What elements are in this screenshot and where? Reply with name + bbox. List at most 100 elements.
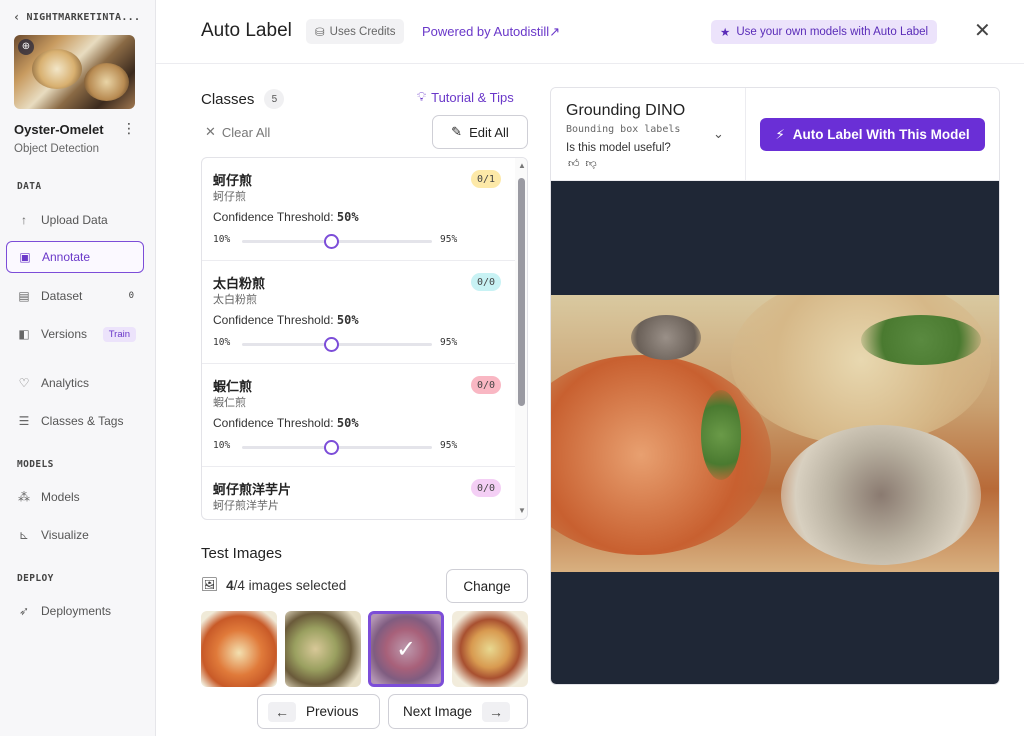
next-label: Next Image xyxy=(403,704,473,719)
scrollbar[interactable]: ▲ ▼ xyxy=(515,158,527,519)
auto-label-label: Auto Label With This Model xyxy=(792,127,970,142)
modal-header: Auto Label ⛁ Uses Credits Powered by Aut… xyxy=(156,0,1024,64)
train-badge: Train xyxy=(102,326,136,342)
external-link-icon: ↗ xyxy=(549,24,561,39)
classes-count-badge: 5 xyxy=(264,89,285,109)
classes-title: Classes xyxy=(201,90,255,108)
clear-all-label: Clear All xyxy=(221,124,271,140)
thumbs-up-icon[interactable]: 👍︎ xyxy=(568,157,580,170)
sidebar-item-deployments[interactable]: ➶ Deployments xyxy=(6,595,144,627)
confidence-slider[interactable] xyxy=(242,337,432,352)
class-subtitle: 蝦仁煎 xyxy=(213,397,246,409)
sidebar-item-label: Models xyxy=(41,490,80,504)
confidence-slider[interactable] xyxy=(242,440,432,455)
checkmark-icon: ✓ xyxy=(371,614,441,684)
slider-max-label: 95% xyxy=(440,440,458,451)
workspace-switcher[interactable]: ‹ NIGHTMARKETINTA... xyxy=(13,10,140,24)
sidebar-item-versions[interactable]: ◧ Versions Train xyxy=(6,318,144,350)
section-data: DATA xyxy=(17,181,42,192)
images-selected: 🖼︎ 4/4 images selected xyxy=(201,577,346,593)
class-count-pill: 0/1 xyxy=(471,170,502,188)
coins-icon: ⛁ xyxy=(315,26,325,39)
chevron-left-icon: ‹ xyxy=(13,10,21,24)
slider-max-label: 95% xyxy=(440,234,458,245)
test-image-thumbnail[interactable] xyxy=(201,611,277,687)
project-name: Oyster-Omelet xyxy=(14,122,104,137)
powered-by-link[interactable]: Powered by Autodistill↗ xyxy=(422,24,560,40)
project-thumbnail[interactable]: ⊕ xyxy=(14,35,135,109)
class-subtitle: 蚵仔煎洋芋片 xyxy=(213,500,279,512)
slider-handle[interactable] xyxy=(324,337,340,352)
close-icon: ✕ xyxy=(205,124,216,139)
confidence-threshold: Confidence Threshold: 50% xyxy=(213,416,359,430)
class-subtitle: 蚵仔煎 xyxy=(213,191,246,203)
preview-image xyxy=(551,295,999,572)
sidebar-item-visualize[interactable]: ⊾ Visualize xyxy=(6,519,144,551)
class-name: 蚵仔煎 xyxy=(213,173,253,188)
sidebar-item-dataset[interactable]: ▤ Dataset 0 xyxy=(6,280,144,312)
sidebar-item-models[interactable]: ⁂ Models xyxy=(6,481,144,513)
confidence-label: Confidence Threshold: xyxy=(213,416,334,430)
scrollbar-thumb[interactable] xyxy=(518,178,525,406)
chevron-down-icon[interactable]: ⌄ xyxy=(713,126,724,142)
dataset-icon: ▤ xyxy=(18,289,30,303)
class-item: 太白粉煎 太白粉煎 0/0 Confidence Threshold: 50% … xyxy=(202,261,515,364)
globe-icon: ⊕ xyxy=(18,39,34,55)
classes-heading: Classes 5 xyxy=(201,89,285,109)
page-title: Auto Label xyxy=(201,20,292,41)
sidebar: ‹ NIGHTMARKETINTA... ⊕ Oyster-Omelet ⋮ O… xyxy=(0,0,156,736)
test-image-thumbnail-selected[interactable]: ✓ xyxy=(368,611,444,687)
lightbulb-icon: 💡︎ xyxy=(417,89,427,104)
next-image-button[interactable]: Next Image → xyxy=(388,694,528,729)
sidebar-item-classes-tags[interactable]: ☰ Classes & Tags xyxy=(6,405,144,437)
change-button[interactable]: Change xyxy=(446,569,528,603)
sidebar-item-label: Classes & Tags xyxy=(41,414,124,428)
slider-min-label: 10% xyxy=(213,337,231,348)
clear-all-button[interactable]: ✕ Clear All xyxy=(205,124,270,140)
class-count-pill: 0/0 xyxy=(471,273,502,291)
edit-all-button[interactable]: ✎ Edit All xyxy=(432,115,528,149)
confidence-label: Confidence Threshold: xyxy=(213,313,334,327)
project-type: Object Detection xyxy=(14,143,100,155)
image-icon: 🖼︎ xyxy=(201,577,219,592)
models-icon: ⁂ xyxy=(18,490,30,504)
own-models-button[interactable]: ★ Use your own models with Auto Label xyxy=(711,20,938,44)
confidence-value: 50% xyxy=(336,313,359,327)
sidebar-item-label: Upload Data xyxy=(41,213,108,227)
confidence-value: 50% xyxy=(336,416,359,430)
slider-handle[interactable] xyxy=(324,440,340,455)
confidence-slider[interactable] xyxy=(242,234,432,249)
test-image-thumbnail[interactable] xyxy=(285,611,361,687)
visualize-icon: ⊾ xyxy=(18,528,30,542)
confidence-threshold: Confidence Threshold: 50% xyxy=(213,210,359,224)
sidebar-item-annotate[interactable]: ▣ Annotate xyxy=(6,241,144,273)
class-subtitle: 太白粉煎 xyxy=(213,294,257,306)
slider-min-label: 10% xyxy=(213,234,231,245)
more-vertical-icon[interactable]: ⋮ xyxy=(122,120,136,137)
auto-label-button[interactable]: ⚡︎ Auto Label With This Model xyxy=(760,118,985,151)
arrow-right-icon: → xyxy=(482,701,511,722)
scroll-up-icon[interactable]: ▲ xyxy=(518,161,526,170)
scroll-down-icon[interactable]: ▼ xyxy=(518,506,526,515)
sidebar-item-upload-data[interactable]: ↑ Upload Data xyxy=(6,204,144,236)
sidebar-item-label: Deployments xyxy=(41,604,112,618)
edit-all-label: Edit All xyxy=(469,124,509,140)
divider xyxy=(745,88,746,180)
confidence-label: Confidence Threshold: xyxy=(213,210,334,224)
tutorial-tips-link[interactable]: 💡︎ Tutorial & Tips xyxy=(417,89,514,105)
class-name: 太白粉煎 xyxy=(213,276,266,291)
slider-handle[interactable] xyxy=(324,234,340,249)
previous-button[interactable]: ← Previous xyxy=(257,694,380,729)
section-models: MODELS xyxy=(17,459,54,470)
thumbs-down-icon[interactable]: 👎︎ xyxy=(586,157,597,170)
previous-label: Previous xyxy=(306,704,359,719)
own-models-label: Use your own models with Auto Label xyxy=(736,26,929,38)
versions-icon: ◧ xyxy=(18,327,30,341)
food-plate-2 xyxy=(84,63,129,101)
sidebar-item-analytics[interactable]: ♡ Analytics xyxy=(6,367,144,399)
close-icon[interactable]: ✕ xyxy=(974,18,991,43)
tutorial-tips-label: Tutorial & Tips xyxy=(431,89,514,105)
class-name: 蚵仔煎洋芋片 xyxy=(213,482,292,497)
test-image-thumbnail[interactable] xyxy=(452,611,528,687)
sidebar-item-label: Visualize xyxy=(41,528,89,542)
